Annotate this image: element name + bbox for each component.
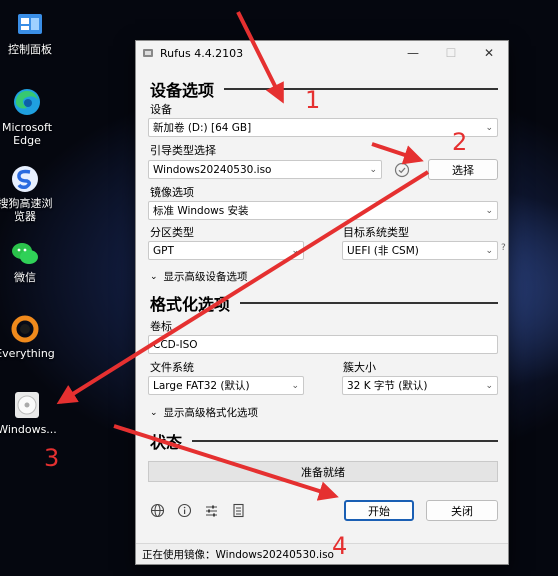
divider <box>224 88 498 90</box>
advanced-format-toggle[interactable]: ⌄ 显示高级格式化选项 <box>150 405 258 420</box>
annotation-number-1: 1 <box>305 86 321 114</box>
globe-icon[interactable] <box>150 503 165 518</box>
desktop-icon-label: 微信 <box>14 271 36 284</box>
image-option-value: 标准 Windows 安装 <box>153 205 249 217</box>
annotation-number-2: 2 <box>452 128 468 156</box>
partition-value: GPT <box>153 244 174 257</box>
desktop-icon-sogou[interactable]: 搜狗高速浏览器 <box>0 164 55 223</box>
control-panel-icon <box>18 14 42 34</box>
volume-label-input[interactable]: CCD-ISO <box>148 335 498 354</box>
volume-label-value: CCD-ISO <box>153 338 198 351</box>
chevron-down-icon: ⌄ <box>291 380 299 391</box>
target-system-value: UEFI (非 CSM) <box>347 245 419 257</box>
status-bar: 正在使用镜像：Windows20240530.iso <box>136 543 508 564</box>
rufus-window: Rufus 4.4.2103 — ☐ ✕ 设备选项 设备 新加卷 (D:) [6… <box>135 40 509 565</box>
device-label: 设备 <box>150 103 172 116</box>
progress-bar: 准备就绪 <box>148 461 498 482</box>
chevron-down-icon: ⌄ <box>485 245 493 256</box>
advanced-format-label: 显示高级格式化选项 <box>163 407 259 419</box>
boot-type-label: 引导类型选择 <box>150 144 216 157</box>
section-title: 状态 <box>150 433 183 452</box>
section-title: 格式化选项 <box>150 295 231 314</box>
boot-type-select[interactable]: Windows20240530.iso ⌄ <box>148 160 382 179</box>
annotation-number-3: 3 <box>44 444 60 472</box>
device-select[interactable]: 新加卷 (D:) [64 GB] ⌄ <box>148 118 498 137</box>
edge-icon <box>14 89 40 115</box>
device-value: 新加卷 (D:) [64 GB] <box>153 122 252 134</box>
target-system-label: 目标系统类型 <box>343 226 409 239</box>
desktop-icon-label: Everything <box>0 347 55 360</box>
desktop-icon-control-panel[interactable]: 控制面板 <box>0 10 60 56</box>
section-heading-drive: 设备选项 <box>150 77 498 101</box>
desktop-icon-label: Microsoft Edge <box>1 121 53 148</box>
cluster-size-value: 32 K 字节 (默认) <box>347 380 428 392</box>
target-system-select[interactable]: UEFI (非 CSM) ⌄ <box>342 241 498 260</box>
disc-image-icon <box>15 392 39 418</box>
desktop-icon-windows-iso[interactable]: Windows... <box>0 390 59 436</box>
divider <box>192 440 498 442</box>
help-icon[interactable]: ? <box>501 243 506 253</box>
section-heading-status: 状态 <box>150 429 498 453</box>
image-option-select[interactable]: 标准 Windows 安装 ⌄ <box>148 201 498 220</box>
maximize-button[interactable]: ☐ <box>432 46 470 60</box>
chevron-down-icon: ⌄ <box>150 271 158 282</box>
annotation-number-4: 4 <box>332 532 348 560</box>
everything-icon <box>11 315 39 343</box>
log-icon[interactable] <box>231 503 246 518</box>
desktop-icon-label: 控制面板 <box>8 43 52 56</box>
desktop-icon-everything[interactable]: Everything <box>0 314 55 360</box>
chevron-down-icon: ⌄ <box>150 407 158 418</box>
start-button[interactable]: 开始 <box>344 500 414 521</box>
close-button[interactable]: 关闭 <box>426 500 498 521</box>
advanced-drive-toggle[interactable]: ⌄ 显示高级设备选项 <box>150 269 248 284</box>
image-option-label: 镜像选项 <box>150 186 194 199</box>
chevron-down-icon: ⌄ <box>485 122 493 133</box>
filesystem-label: 文件系统 <box>150 361 194 374</box>
chevron-down-icon: ⌄ <box>291 245 299 256</box>
wechat-icon <box>12 243 38 264</box>
cluster-size-select[interactable]: 32 K 字节 (默认) ⌄ <box>342 376 498 395</box>
chevron-down-icon: ⌄ <box>369 164 377 175</box>
filesystem-value: Large FAT32 (默认) <box>153 380 250 392</box>
select-image-button[interactable]: 选择 <box>428 159 498 180</box>
section-heading-format: 格式化选项 <box>150 291 498 315</box>
info-icon[interactable] <box>177 503 192 518</box>
desktop-icon-label: 搜狗高速浏览器 <box>0 197 53 224</box>
title-bar[interactable]: Rufus 4.4.2103 — ☐ ✕ <box>136 41 508 65</box>
partition-select[interactable]: GPT ⌄ <box>148 241 304 260</box>
settings-sliders-icon[interactable] <box>204 503 219 518</box>
chevron-down-icon: ⌄ <box>485 205 493 216</box>
minimize-button[interactable]: — <box>394 46 432 60</box>
advanced-drive-label: 显示高级设备选项 <box>163 271 248 283</box>
progress-text: 准备就绪 <box>301 465 345 479</box>
filesystem-select[interactable]: Large FAT32 (默认) ⌄ <box>148 376 304 395</box>
chevron-down-icon: ⌄ <box>485 380 493 391</box>
desktop-icon-label: Windows... <box>0 423 57 436</box>
desktop-icon-wechat[interactable]: 微信 <box>0 240 55 284</box>
boot-type-value: Windows20240530.iso <box>153 163 272 176</box>
volume-label-label: 卷标 <box>150 320 172 333</box>
toolbar-icons <box>150 503 246 518</box>
divider <box>240 302 498 304</box>
section-title: 设备选项 <box>150 81 215 100</box>
check-hash-icon[interactable] <box>394 162 410 178</box>
status-text: 正在使用镜像：Windows20240530.iso <box>142 548 334 561</box>
sogou-browser-icon <box>12 166 38 192</box>
cluster-size-label: 簇大小 <box>343 361 376 374</box>
desktop-icon-edge[interactable]: Microsoft Edge <box>0 86 57 147</box>
rufus-logo-icon <box>143 49 153 57</box>
close-window-button[interactable]: ✕ <box>470 46 508 60</box>
partition-label: 分区类型 <box>150 226 194 239</box>
window-title: Rufus 4.4.2103 <box>160 46 244 60</box>
